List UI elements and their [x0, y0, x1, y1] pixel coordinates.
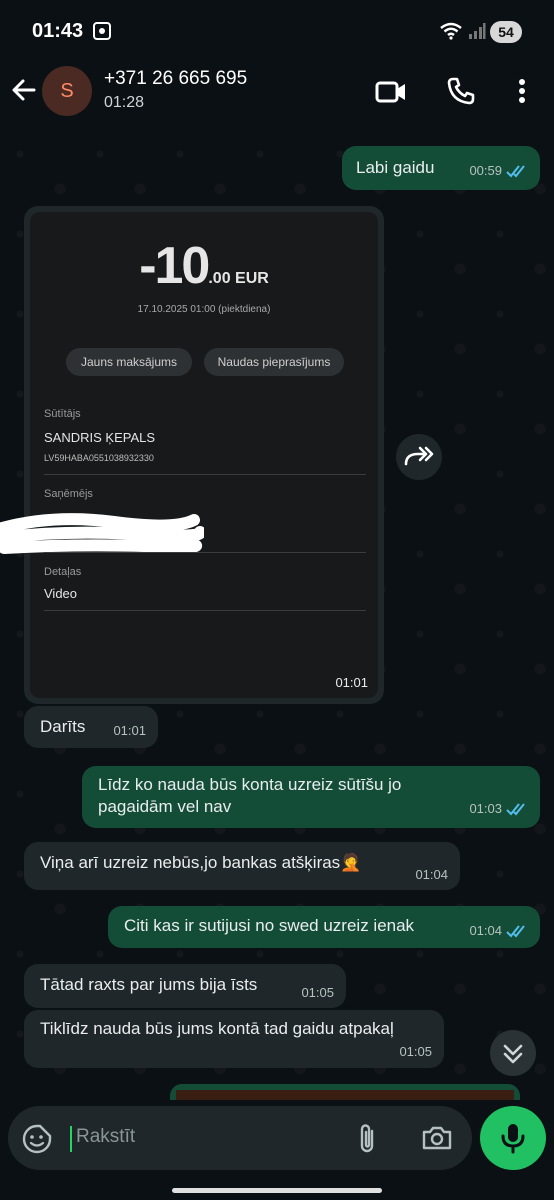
- receipt-date: 17.10.2025 01:00 (piektdiena): [137, 304, 271, 315]
- read-ticks-icon: [506, 165, 525, 178]
- receipt-amount: -10.00 EUR: [30, 236, 378, 296]
- sticker-icon[interactable]: [22, 1124, 52, 1154]
- message-text: Tiklīdz nauda būs jums kontā tad gaidu a…: [40, 1019, 394, 1038]
- chat-area[interactable]: Labi gaidu 00:59 -10.00 EUR 17.10.2025 0…: [0, 134, 554, 1100]
- message-meta: 01:05: [301, 982, 334, 1004]
- composer: Rakstīt: [0, 1100, 554, 1200]
- message-text: Līdz ko nauda būs konta uzreiz sūtīšu jo…: [98, 775, 402, 816]
- phone-icon[interactable]: [446, 76, 476, 106]
- message-meta: 01:05: [399, 1041, 432, 1063]
- wifi-icon: [440, 22, 462, 40]
- message-meta: 01:04: [415, 864, 448, 886]
- message-time: 01:04: [469, 923, 502, 938]
- divider: [44, 552, 366, 553]
- scroll-down-button[interactable]: [490, 1030, 536, 1076]
- message-input-field[interactable]: Rakstīt: [8, 1106, 472, 1170]
- message-in[interactable]: Tātad raxts par jums bija īsts 01:05: [24, 964, 346, 1008]
- camera-icon[interactable]: [420, 1124, 454, 1152]
- back-arrow-icon[interactable]: [10, 76, 38, 104]
- video-call-icon[interactable]: [374, 78, 408, 106]
- message-time: 01:01: [113, 723, 146, 738]
- screen-record-icon: [93, 22, 111, 40]
- message-time: 00:59: [469, 163, 502, 178]
- message-time: 01:05: [399, 1044, 432, 1059]
- read-ticks-icon: [506, 803, 525, 816]
- image-message-partial[interactable]: [170, 1084, 520, 1100]
- message-meta: 01:03: [469, 798, 528, 820]
- forward-icon: [404, 446, 434, 466]
- image-message[interactable]: -10.00 EUR 17.10.2025 01:00 (piektdiena)…: [0, 206, 384, 704]
- attach-icon[interactable]: [354, 1122, 380, 1156]
- message-in[interactable]: Darīts 01:01: [24, 706, 158, 748]
- receipt-money-request: Naudas pieprasījums: [204, 348, 344, 376]
- message-time: 01:03: [469, 801, 502, 816]
- details-label: Detaļas: [44, 566, 82, 578]
- status-bar: 01:43 54: [0, 0, 554, 62]
- mic-icon: [501, 1124, 525, 1154]
- home-indicator: [172, 1188, 382, 1193]
- message-time: 01:01: [335, 675, 368, 690]
- message-time: 01:05: [301, 985, 334, 1000]
- message-out[interactable]: Citi kas ir sutijusi no swed uzreiz iena…: [108, 906, 540, 948]
- amount-main: -10: [139, 237, 210, 295]
- message-text: Tātad raxts par jums bija īsts: [40, 975, 258, 994]
- image-preview: [176, 1090, 514, 1100]
- details-value: Video: [44, 586, 78, 601]
- sender-name: SANDRIS ĶEPALS: [44, 430, 156, 445]
- recipient-label: Saņēmējs: [44, 488, 93, 500]
- text-caret: [70, 1126, 72, 1152]
- forward-button[interactable]: [396, 434, 442, 480]
- amount-cents: .00 EUR: [208, 270, 269, 287]
- sender-label: Sūtītājs: [44, 408, 81, 420]
- message-out[interactable]: Līdz ko nauda būs konta uzreiz sūtīšu jo…: [82, 766, 540, 828]
- message-meta: 01:04: [469, 920, 528, 942]
- redaction-scribble: [0, 513, 204, 554]
- avatar[interactable]: S: [42, 66, 92, 116]
- chat-header: S +371 26 665 695 01:28: [0, 62, 554, 134]
- message-in[interactable]: Tiklīdz nauda būs jums kontā tad gaidu a…: [24, 1010, 444, 1068]
- voice-record-button[interactable]: [480, 1106, 546, 1170]
- signal-icon: [469, 23, 486, 39]
- contact-name[interactable]: +371 26 665 695: [104, 68, 247, 90]
- more-vert-icon[interactable]: [512, 76, 532, 106]
- message-meta: 01:01: [113, 720, 146, 742]
- read-ticks-icon: [506, 925, 525, 938]
- message-out[interactable]: Labi gaidu 00:59: [342, 146, 540, 190]
- bank-receipt-image: -10.00 EUR 17.10.2025 01:00 (piektdiena)…: [0, 212, 378, 698]
- message-text: Viņa arī uzreiz nebūs,jo bankas atšķiras…: [40, 853, 362, 872]
- battery-indicator: 54: [490, 21, 522, 43]
- status-time: 01:43: [32, 20, 84, 42]
- message-input-placeholder: Rakstīt: [76, 1126, 136, 1147]
- scroll-down-icon: [503, 1044, 523, 1064]
- receipt-new-payment: Jauns maksājums: [66, 348, 192, 376]
- sender-iban: LV59HABA0551038932330: [44, 453, 154, 463]
- last-seen: 01:28: [104, 94, 145, 111]
- divider: [44, 474, 366, 475]
- divider: [44, 610, 366, 611]
- message-time: 01:04: [415, 867, 448, 882]
- message-meta: 00:59: [469, 160, 528, 182]
- message-in[interactable]: Viņa arī uzreiz nebūs,jo bankas atšķiras…: [24, 842, 460, 890]
